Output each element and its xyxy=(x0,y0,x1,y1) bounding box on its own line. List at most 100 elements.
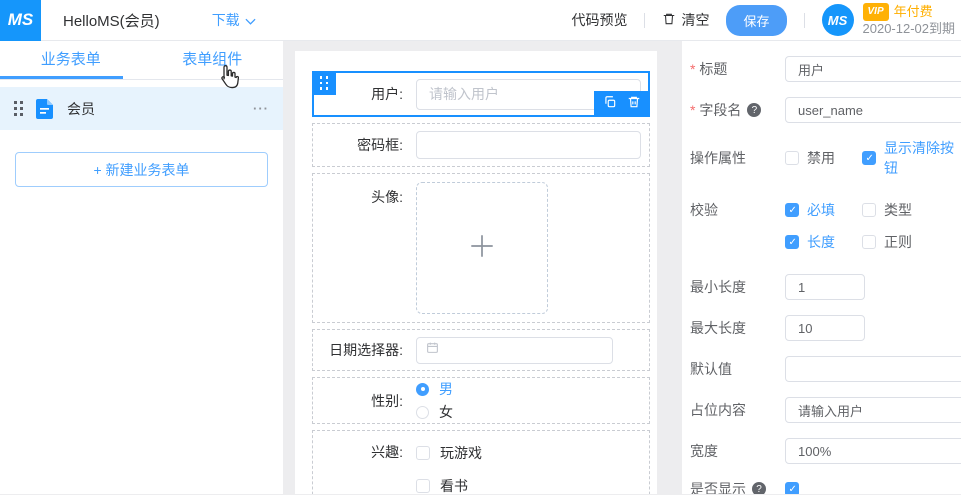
min-length-label: 最小长度 xyxy=(690,279,746,295)
calendar-icon xyxy=(426,341,439,359)
clear-button[interactable]: 清空 xyxy=(662,10,709,30)
vip-badge: VIP xyxy=(862,3,889,21)
checkbox-label: 长度 xyxy=(807,234,835,250)
width-label: 宽度 xyxy=(690,443,718,459)
radio-icon[interactable] xyxy=(416,405,429,419)
checkbox-icon[interactable] xyxy=(416,479,430,493)
delete-field-icon[interactable] xyxy=(627,95,641,114)
checkbox-option-games[interactable]: 玩游戏 xyxy=(416,443,482,463)
sidebar-tabs: 业务表单 表单组件 xyxy=(0,41,283,80)
code-preview-button[interactable]: 代码预览 xyxy=(571,10,627,30)
download-dropdown[interactable]: 下载 xyxy=(212,10,256,30)
page-title: HelloMS(会员) xyxy=(63,12,160,30)
min-length-input[interactable] xyxy=(785,274,865,300)
checkbox-label: 显示清除按钮 xyxy=(884,140,954,176)
tab-business-forms[interactable]: 业务表单 xyxy=(0,41,142,79)
download-label: 下载 xyxy=(211,12,240,28)
help-icon[interactable] xyxy=(752,482,766,494)
field-label: 头像: xyxy=(371,189,403,205)
radio-label: 男 xyxy=(439,381,453,397)
radio-icon[interactable] xyxy=(416,382,429,396)
layout-gutter xyxy=(657,41,682,494)
radio-label: 女 xyxy=(439,404,453,420)
checkbox-show-clear[interactable]: 显示清除按钮 xyxy=(862,138,961,178)
copy-field-icon[interactable] xyxy=(603,95,617,114)
checkbox-icon[interactable] xyxy=(785,203,799,217)
canvas-field-interests[interactable]: 兴趣: 玩游戏 看书 xyxy=(312,430,650,494)
field-name-label: 字段名 xyxy=(690,100,741,120)
placeholder-input[interactable] xyxy=(785,397,961,423)
checkbox-label: 禁用 xyxy=(807,150,835,166)
toolbar-divider xyxy=(644,12,646,28)
help-icon[interactable] xyxy=(747,103,762,117)
field-action-bar xyxy=(594,91,650,117)
more-actions-button[interactable]: ··· xyxy=(253,101,269,116)
canvas-field-datepicker[interactable]: 日期选择器: xyxy=(312,329,650,371)
checkbox-label: 正则 xyxy=(884,234,912,250)
title-input[interactable] xyxy=(785,56,961,82)
tab-form-components[interactable]: 表单组件 xyxy=(142,41,284,79)
operations-label: 操作属性 xyxy=(690,150,746,166)
canvas-field-avatar[interactable]: 头像: xyxy=(312,173,650,323)
checkbox-icon[interactable] xyxy=(862,235,876,249)
clear-label: 清空 xyxy=(681,12,710,28)
field-name-input[interactable] xyxy=(785,97,961,123)
active-tab-indicator xyxy=(0,76,123,79)
title-label: 标题 xyxy=(690,59,727,79)
drag-handle-icon[interactable] xyxy=(14,101,23,116)
form-item-name: 会员 xyxy=(67,100,95,117)
save-button[interactable]: 保存 xyxy=(726,4,787,36)
new-business-form-button[interactable]: + 新建业务表单 xyxy=(15,152,268,187)
field-label: 兴趣: xyxy=(371,444,403,460)
radio-option-male[interactable]: 男 xyxy=(416,379,453,399)
avatar-upload-box[interactable] xyxy=(416,182,548,314)
placeholder-label: 占位内容 xyxy=(690,402,746,418)
field-properties-panel: 标题 字段名 操作属性 禁用 显示清除按钮 xyxy=(682,41,961,494)
vip-plan-label: 年付费 xyxy=(893,4,933,19)
checkbox-length[interactable]: 长度 xyxy=(785,232,862,252)
form-canvas: 用户: 密码框: 头像: xyxy=(295,51,657,494)
checkbox-icon[interactable] xyxy=(785,235,799,249)
checkbox-option-reading[interactable]: 看书 xyxy=(416,476,482,494)
checkbox-regex[interactable]: 正则 xyxy=(862,232,912,252)
canvas-field-gender[interactable]: 性别: 男 女 xyxy=(312,377,650,424)
width-input[interactable] xyxy=(785,438,961,464)
checkbox-icon[interactable] xyxy=(785,151,799,165)
forms-sidebar: 业务表单 表单组件 会员 ··· + 新建业务表单 xyxy=(0,41,283,494)
form-list-item-member[interactable]: 会员 ··· xyxy=(0,87,283,130)
field-label: 日期选择器: xyxy=(329,342,403,358)
toolbar-divider xyxy=(803,12,805,28)
account-avatar[interactable]: MS xyxy=(821,4,854,36)
checkbox-icon[interactable] xyxy=(862,151,876,165)
vip-expiry-date: 2020-12-02到期 xyxy=(862,21,956,36)
visible-checkbox[interactable] xyxy=(785,482,799,494)
chevron-down-icon xyxy=(245,12,256,28)
canvas-field-user[interactable]: 用户: xyxy=(312,71,650,117)
vip-info: VIP 年付费 2020-12-02到期 xyxy=(862,3,956,37)
plus-icon xyxy=(467,231,497,266)
checkbox-label: 玩游戏 xyxy=(440,445,482,461)
checkbox-icon[interactable] xyxy=(416,446,430,460)
checkbox-disabled[interactable]: 禁用 xyxy=(785,138,862,178)
date-picker-input[interactable] xyxy=(416,336,613,364)
checkbox-label: 必填 xyxy=(807,202,835,218)
canvas-field-password[interactable]: 密码框: xyxy=(312,123,650,167)
radio-option-female[interactable]: 女 xyxy=(416,402,453,422)
app-logo[interactable]: MS xyxy=(0,0,41,41)
account-area[interactable]: MS VIP 年付费 2020-12-02到期 xyxy=(821,3,956,37)
checkbox-type[interactable]: 类型 xyxy=(862,200,912,220)
password-input[interactable] xyxy=(416,131,641,159)
checkbox-icon[interactable] xyxy=(862,203,876,217)
default-value-input[interactable] xyxy=(785,356,961,382)
checkbox-required[interactable]: 必填 xyxy=(785,200,862,220)
field-label: 性别: xyxy=(371,392,403,409)
trash-icon xyxy=(662,12,676,29)
checkbox-label: 类型 xyxy=(884,202,912,218)
field-label: 密码框: xyxy=(357,137,403,153)
field-drag-handle[interactable] xyxy=(312,71,336,95)
validation-label: 校验 xyxy=(690,202,718,218)
max-length-label: 最大长度 xyxy=(690,320,746,336)
max-length-input[interactable] xyxy=(785,315,865,341)
layout-gutter xyxy=(283,41,295,494)
checkbox-label: 看书 xyxy=(440,478,468,494)
